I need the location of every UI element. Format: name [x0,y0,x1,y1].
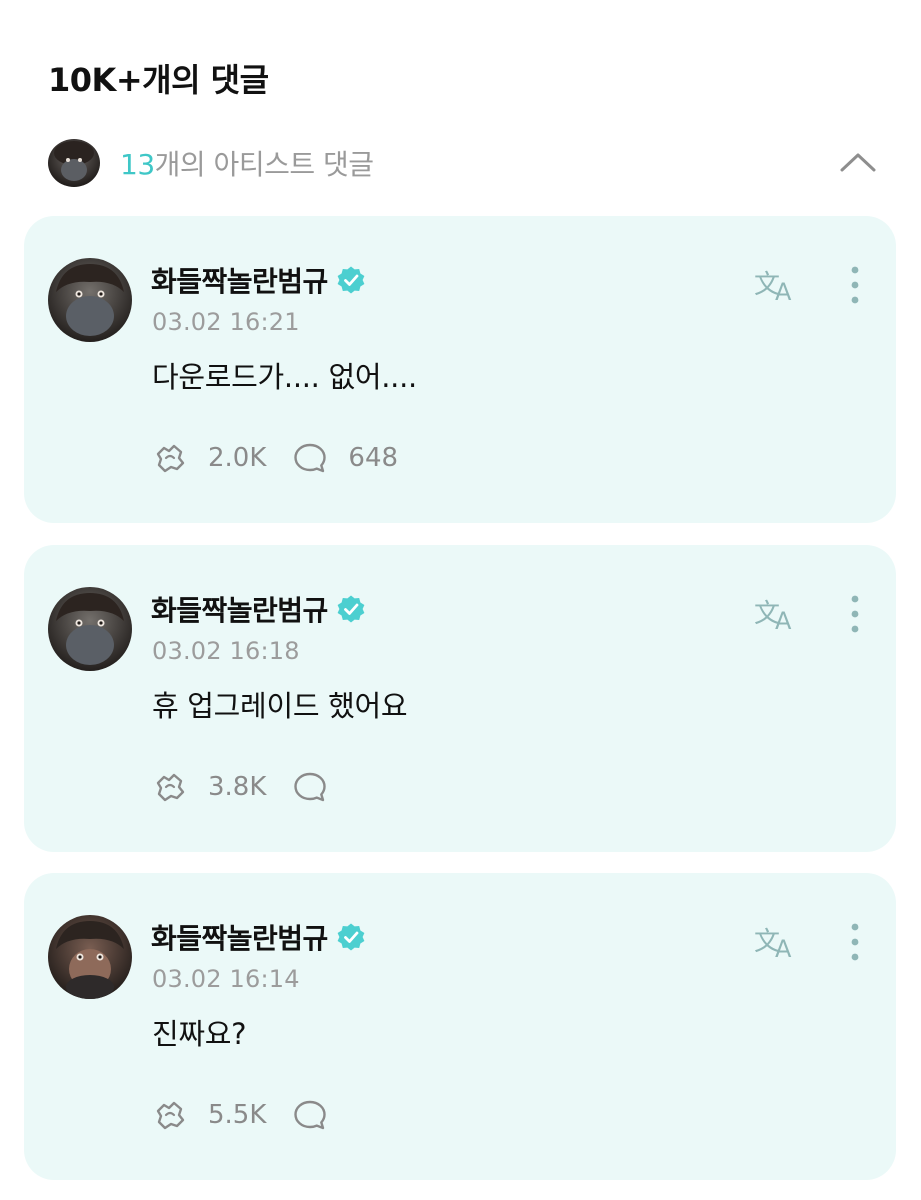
comment-text: 휴 업그레이드 했어요 [152,689,408,723]
author-avatar[interactable] [48,258,132,342]
author-row: 화들짝놀란범규 [151,915,366,959]
like-count: 3.8K [208,772,267,802]
like-button[interactable]: 3.8K [152,769,266,805]
chevron-up-icon[interactable] [838,143,878,183]
artist-comment-card: 화들짝놀란범규 03.02 16:14 진짜요? 5.5K 文 A [24,873,896,1180]
more-vertical-icon[interactable] [844,921,866,963]
like-icon [156,1101,185,1130]
more-vertical-icon[interactable] [844,593,866,635]
translate-icon[interactable]: 文 A [752,264,802,306]
comment-text: 다운로드가.... 없어.... [152,360,417,394]
artist-comment-card: 화들짝놀란범규 03.02 16:21 다운로드가.... 없어.... 2.0… [24,216,896,523]
svg-text:A: A [775,607,792,633]
like-button[interactable]: 2.0K [152,440,266,476]
reply-bubble-icon [294,1100,327,1130]
reply-bubble-icon [294,443,327,473]
reply-count: 648 [348,443,399,473]
artist-comments-summary[interactable]: 13개의 아티스트 댓글 [48,138,878,188]
artist-comment-count: 13 [120,148,155,181]
reply-bubble-icon [294,772,327,802]
author-row: 화들짝놀란범규 [151,258,366,302]
like-count: 2.0K [208,443,267,473]
artist-comment-label-text: 개의 아티스트 댓글 [154,148,374,181]
author-name[interactable]: 화들짝놀란범규 [151,917,328,957]
svg-text:A: A [775,935,792,961]
comment-count-title: 10K+개의 댓글 [48,61,269,99]
reply-button[interactable] [292,769,348,805]
comments-page: 10K+개의 댓글 13개의 아티스트 댓글 화들짝놀란범규 03.02 16:… [0,0,921,1200]
more-vertical-icon[interactable] [844,264,866,306]
comment-actions: 3.8K [152,767,348,807]
reply-button[interactable] [292,1097,348,1133]
author-name[interactable]: 화들짝놀란범규 [151,260,328,300]
reply-button[interactable]: 648 [292,440,398,476]
comment-text: 진짜요? [152,1017,247,1051]
author-name[interactable]: 화들짝놀란범규 [151,589,328,629]
verified-badge-icon [337,923,365,951]
artist-avatar [48,139,100,187]
translate-icon[interactable]: 文 A [752,921,802,963]
artist-comments-label: 13개의 아티스트 댓글 [120,143,374,183]
author-avatar[interactable] [48,915,132,999]
like-count: 5.5K [208,1100,267,1130]
comment-actions: 5.5K [152,1095,348,1135]
comment-timestamp: 03.02 16:18 [152,637,300,665]
comment-timestamp: 03.02 16:14 [152,965,300,993]
comment-timestamp: 03.02 16:21 [152,308,300,336]
author-row: 화들짝놀란범규 [151,587,366,631]
artist-comment-card: 화들짝놀란범규 03.02 16:18 휴 업그레이드 했어요 3.8K 文 A [24,545,896,852]
verified-badge-icon [337,595,365,623]
like-button[interactable]: 5.5K [152,1097,266,1133]
like-icon [156,773,185,802]
translate-icon[interactable]: 文 A [752,593,802,635]
author-avatar[interactable] [48,587,132,671]
verified-badge-icon [337,266,365,294]
comment-actions: 2.0K 648 [152,438,398,478]
like-icon [156,444,185,473]
svg-text:A: A [775,278,792,304]
